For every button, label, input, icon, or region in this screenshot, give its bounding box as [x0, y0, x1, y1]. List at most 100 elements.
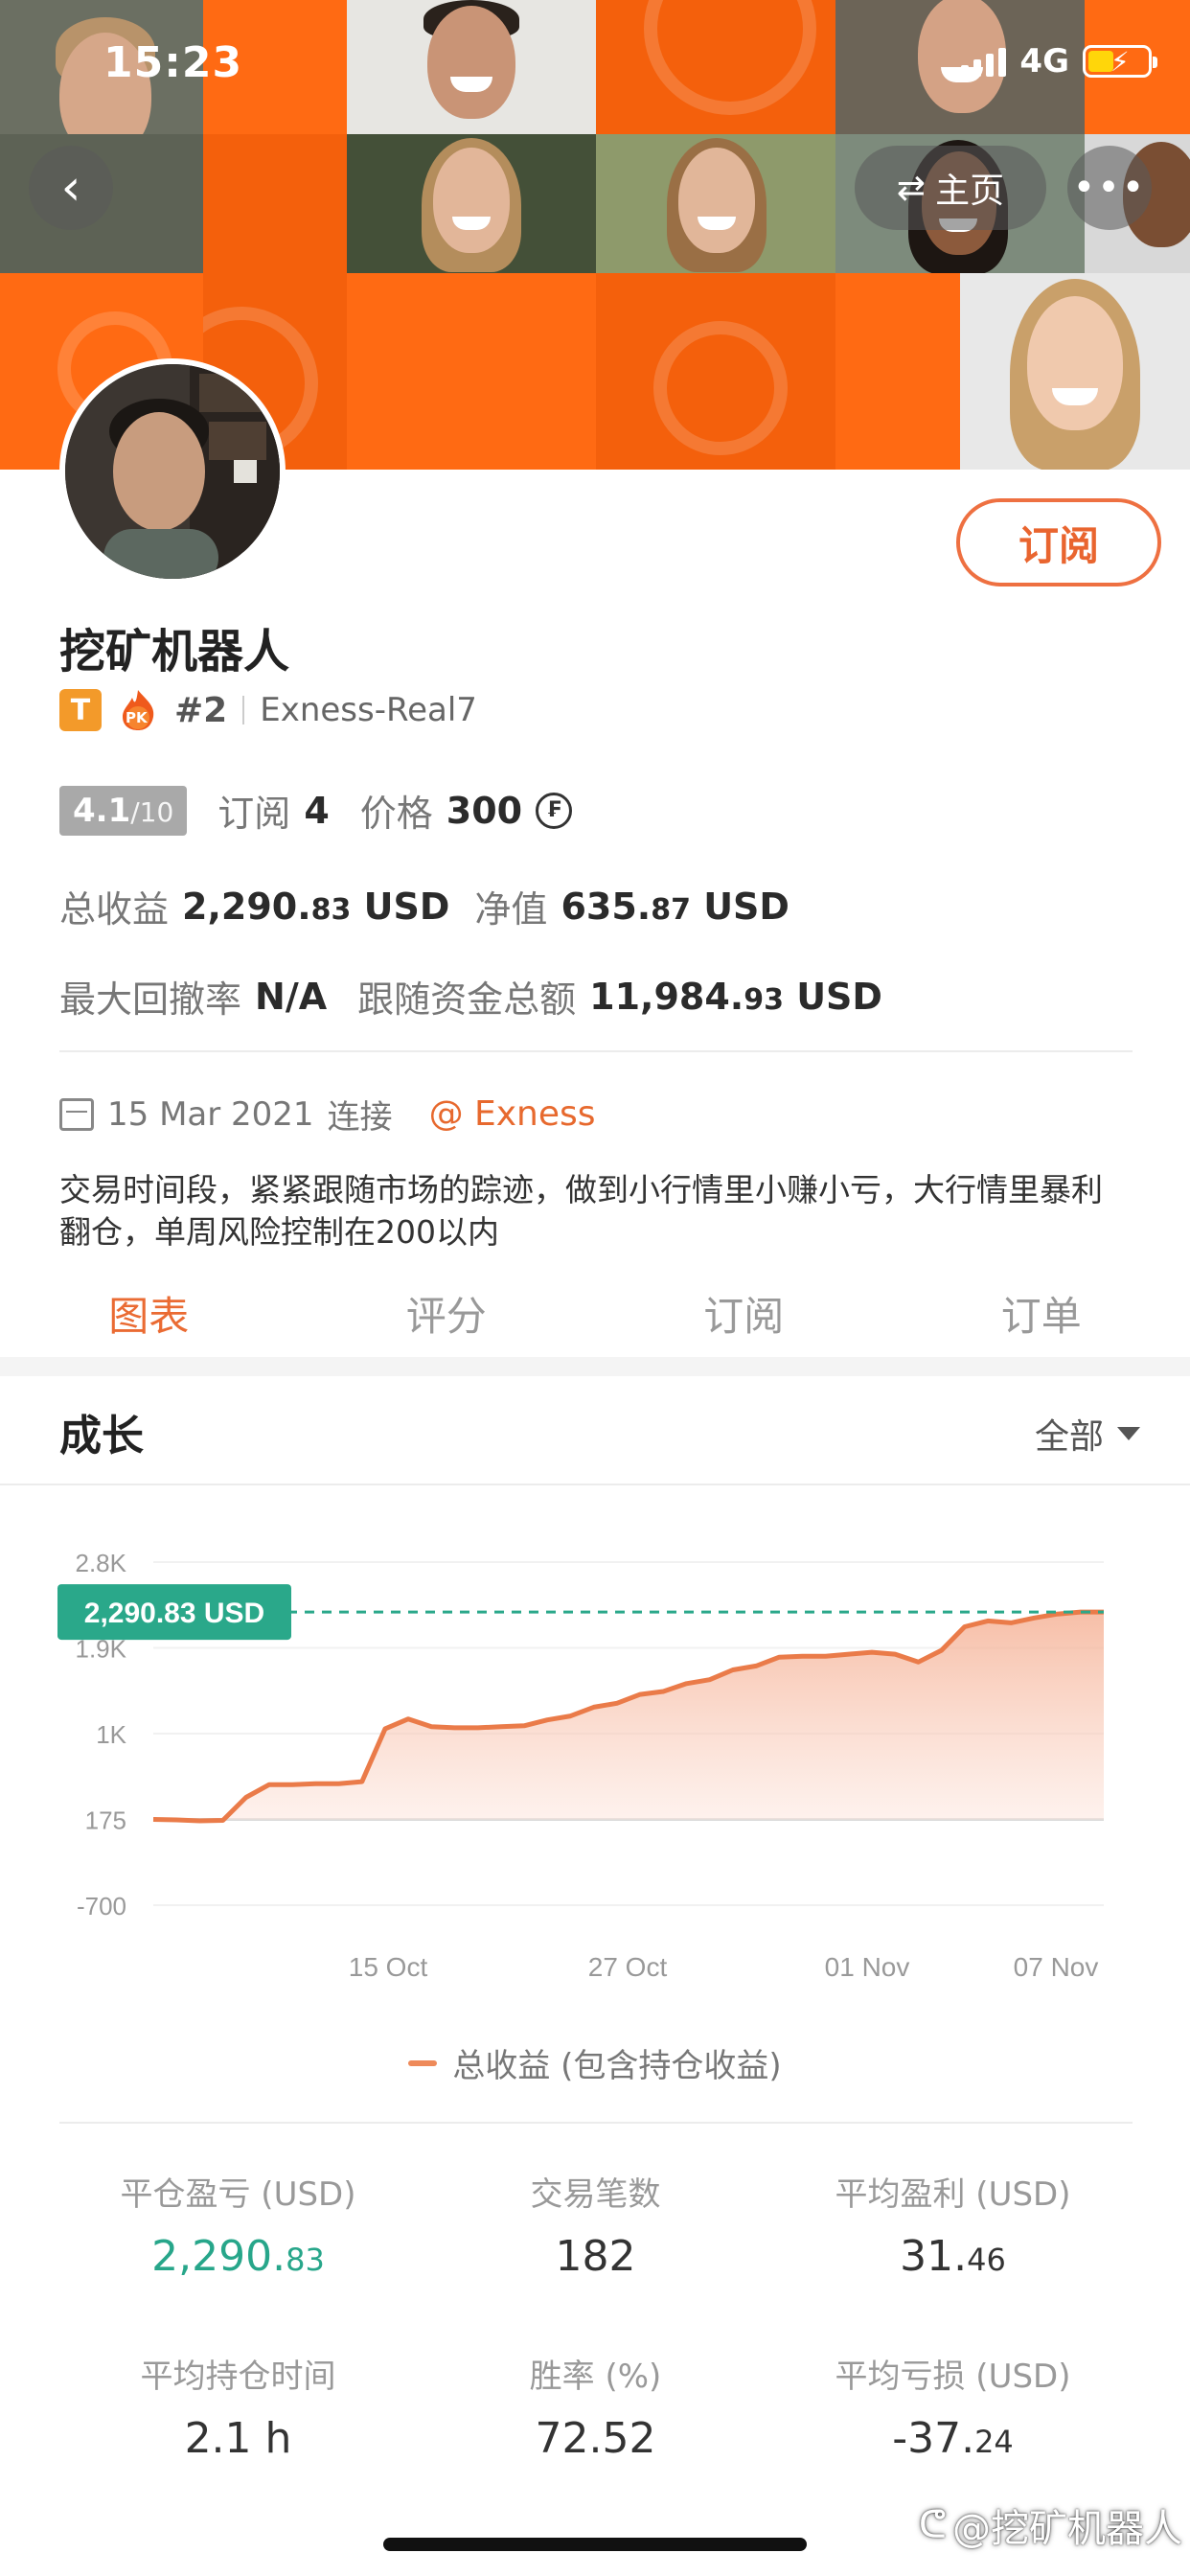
subscribe-button[interactable]: 订阅 — [956, 498, 1161, 586]
tab-chart[interactable]: 图表 — [0, 1265, 298, 1363]
cover-photo — [347, 134, 596, 273]
broker-link[interactable]: @ Exness — [429, 1094, 596, 1134]
growth-header: 成长 全部 — [0, 1376, 1190, 1485]
tab-orders[interactable]: 订单 — [893, 1265, 1190, 1361]
joined-label: 连接 — [327, 1098, 393, 1137]
back-button[interactable]: ‹ — [29, 146, 113, 230]
follow-funds-label: 跟随资金总额 — [357, 978, 577, 1021]
status-indicators: 4G ⚡ — [961, 42, 1157, 80]
profit-row: 总收益 2,290.83 USD 净值 635.87 USD — [59, 880, 790, 932]
joined-row: 15 Mar 2021 连接 @ Exness — [59, 1091, 596, 1138]
stat-label: 平均持仓时间 — [140, 2358, 336, 2396]
total-profit-label: 总收益 — [59, 888, 170, 931]
rating-max: /10 — [130, 795, 174, 828]
cover-photo — [347, 0, 596, 134]
trader-badges: T PK #2 Exness-Real7 — [59, 688, 477, 732]
stat-label: 平均亏损 (USD) — [835, 2358, 1071, 2396]
swap-arrows-icon: ⇄ — [896, 168, 927, 208]
rating-row: 4.1/10 订阅 4 价格 300 ₣ — [59, 784, 573, 837]
more-button[interactable]: ••• — [1067, 146, 1152, 230]
watermark-logo-icon: ᕦ — [918, 2503, 947, 2547]
watermark: ᕦ @挖矿机器人 — [919, 2497, 1182, 2553]
rating-value: 4.1 — [73, 791, 131, 830]
strategy-description: 交易时间段，紧紧跟随市场的踪迹，做到小行情里小赚小亏，大行情里暴利翻仓，单周风险… — [59, 1171, 1103, 1251]
x-tick-label: 01 Nov — [825, 1952, 910, 1982]
joined-date: 15 Mar 2021 — [107, 1094, 314, 1134]
legend-label: 总收益 (包含持仓收益) — [452, 2047, 782, 2085]
stat-avg-loss: 平均亏损 (USD) -37.24 — [774, 2350, 1132, 2463]
max-drawdown-label: 最大回撤率 — [59, 978, 242, 1021]
growth-chart-svg: 2.8K1.9K1K175-700 2,290.83 USD 15 Oct 27 … — [57, 1549, 1104, 1982]
cover-photo — [960, 273, 1190, 470]
svg-text:2,290.83 USD: 2,290.83 USD — [84, 1598, 264, 1629]
chevron-left-icon: ‹ — [60, 159, 81, 217]
net-value-label: 净值 — [474, 888, 548, 931]
subscribers-label: 订阅 — [217, 793, 291, 835]
legend-swatch — [408, 2059, 438, 2066]
tab-bar: 图表 评分 订阅 订单 — [0, 1265, 1190, 1363]
price-value: 300 — [446, 789, 523, 832]
stat-label: 交易笔数 — [530, 2175, 661, 2214]
y-tick-label: 175 — [85, 1806, 126, 1835]
tab-subscribe[interactable]: 订阅 — [595, 1265, 893, 1361]
cover-photo — [596, 134, 835, 273]
x-tick-label: 07 Nov — [1014, 1952, 1099, 1982]
range-filter[interactable]: 全部 — [1035, 1409, 1140, 1459]
stat-value: 2.1 h — [184, 2414, 292, 2463]
stat-trade-count: 交易笔数 182 — [417, 2168, 774, 2281]
avatar[interactable] — [59, 358, 286, 585]
y-tick-label: 2.8K — [76, 1549, 127, 1577]
subscribers-count: 4 — [304, 789, 330, 832]
stat-label: 胜率 (%) — [529, 2358, 662, 2396]
more-dots-icon: ••• — [1072, 166, 1147, 210]
stat-value: 31.46 — [900, 2232, 1006, 2281]
chart-legend: 总收益 (包含持仓收益) — [0, 2039, 1190, 2086]
stat-value: 182 — [555, 2232, 636, 2281]
status-time: 15:23 — [103, 38, 243, 87]
home-indicator[interactable] — [383, 2538, 807, 2551]
stat-label: 平均盈利 (USD) — [835, 2175, 1071, 2214]
watermark-text: @挖矿机器人 — [952, 2507, 1182, 2551]
x-tick-label: 15 Oct — [349, 1952, 428, 1982]
server-name: Exness-Real7 — [260, 691, 477, 729]
stat-value: -37.24 — [892, 2414, 1014, 2463]
divider — [242, 696, 245, 724]
network-type: 4G — [1019, 42, 1069, 80]
stat-avg-profit: 平均盈利 (USD) 31.46 — [774, 2168, 1132, 2281]
chart-area — [153, 1612, 1104, 1821]
rating-badge: 4.1/10 — [59, 785, 188, 836]
rank: #2 — [174, 690, 228, 730]
signal-icon — [961, 46, 1007, 77]
y-tick-label: 1K — [96, 1720, 126, 1749]
calendar-icon — [59, 1097, 94, 1131]
divider — [59, 1050, 1133, 1052]
drawdown-row: 最大回撤率 N/A 跟随资金总额 11,984.93 USD — [59, 970, 882, 1023]
stat-value: 2,290.83 — [151, 2232, 325, 2281]
caret-down-icon — [1117, 1427, 1140, 1440]
y-tick-label: -700 — [77, 1892, 126, 1920]
x-tick-label: 27 Oct — [588, 1952, 668, 1982]
section-gap — [0, 1357, 1190, 1376]
stats-grid: 平仓盈亏 (USD) 2,290.83 交易笔数 182 平均盈利 (USD) … — [59, 2122, 1133, 2463]
current-value-label: 2,290.83 USD — [57, 1584, 291, 1641]
stat-label: 平仓盈亏 (USD) — [120, 2175, 356, 2214]
max-drawdown-value: N/A — [255, 975, 328, 1018]
net-value-value: 635.87 USD — [561, 885, 790, 928]
stat-avg-hold-time: 平均持仓时间 2.1 h — [59, 2350, 417, 2463]
battery-icon: ⚡ — [1083, 45, 1157, 78]
home-button-label: 主页 — [935, 172, 1005, 211]
tier-badge: T — [59, 689, 102, 731]
range-filter-label: 全部 — [1034, 1417, 1104, 1457]
follow-funds-value: 11,984.93 USD — [589, 975, 882, 1018]
total-profit-value: 2,290.83 USD — [182, 885, 450, 928]
growth-title: 成长 — [59, 1412, 144, 1460]
coin-icon: ₣ — [536, 792, 573, 829]
tab-rating[interactable]: 评分 — [298, 1265, 596, 1361]
growth-chart[interactable]: 2.8K 1.9K 1K 175 -700 2,290.83 USD 15 Oct 27 … — [0, 1495, 1190, 2012]
pk-flame-icon: PK — [117, 688, 159, 732]
home-button[interactable]: ⇄ 主页 — [855, 146, 1046, 230]
pk-badge-label: PK — [126, 709, 148, 726]
stat-value: 72.52 — [535, 2414, 656, 2463]
stat-win-rate: 胜率 (%) 72.52 — [417, 2350, 774, 2463]
price-label: 价格 — [359, 793, 433, 835]
